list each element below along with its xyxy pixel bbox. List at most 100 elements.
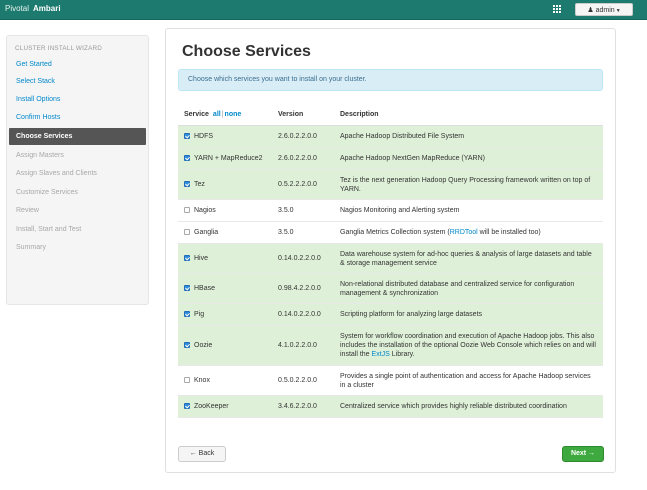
select-all-link[interactable]: all	[213, 111, 221, 118]
table-row[interactable]: Oozie 4.1.0.2.2.0.0 System for workflow …	[178, 325, 603, 366]
version-cell: 0.5.2.2.2.0.0	[272, 169, 334, 200]
caret-down-icon: ▼	[615, 8, 621, 14]
table-row[interactable]: Hive 0.14.0.2.2.0.0 Data warehouse syste…	[178, 243, 603, 274]
version-cell: 3.5.0	[272, 221, 334, 244]
service-checkbox[interactable]	[184, 155, 190, 161]
service-name: Oozie	[194, 342, 213, 349]
wizard-sidebar: CLUSTER INSTALL WIZARD Get Started Selec…	[6, 35, 149, 305]
services-table: Service all|none Version Description HDFS…	[178, 104, 603, 418]
sidebar-item-assign-slaves: Assign Slaves and Clients	[16, 170, 97, 177]
version-cell: 2.6.0.2.2.0.0	[272, 125, 334, 148]
version-cell: 3.5.0	[272, 199, 334, 222]
table-row[interactable]: YARN + MapReduce2 2.6.0.2.2.0.0 Apache H…	[178, 147, 603, 170]
service-checkbox[interactable]	[184, 181, 190, 187]
version-cell: 0.14.0.2.2.0.0	[272, 303, 334, 326]
table-row[interactable]: Ganglia 3.5.0 Ganglia Metrics Collection…	[178, 221, 603, 244]
next-button[interactable]: Next →	[562, 446, 604, 462]
service-cell[interactable]: Ganglia	[178, 221, 272, 244]
service-name: Tez	[194, 181, 205, 188]
service-checkbox[interactable]	[184, 285, 190, 291]
description-cell: Data warehouse system for ad-hoc queries…	[334, 243, 603, 274]
service-cell[interactable]: HDFS	[178, 125, 272, 148]
sidebar-item-customize-services: Customize Services	[16, 189, 78, 196]
description-cell: Centralized service which provides highl…	[334, 395, 603, 418]
rrdtool-link[interactable]: RRDTool	[450, 229, 478, 236]
table-row[interactable]: HBase 0.98.4.2.2.0.0 Non-relational dist…	[178, 273, 603, 304]
service-checkbox[interactable]	[184, 403, 190, 409]
service-cell[interactable]: Knox	[178, 365, 272, 396]
description-cell: Scripting platform for analyzing large d…	[334, 303, 603, 326]
service-name: HDFS	[194, 133, 214, 140]
service-checkbox[interactable]	[184, 255, 190, 261]
table-header-row: Service all|none Version Description	[178, 104, 603, 126]
description-cell: Non-relational distributed database and …	[334, 273, 603, 304]
description-cell: Apache Hadoop NextGen MapReduce (YARN)	[334, 147, 603, 170]
service-name: ZooKeeper	[194, 403, 229, 410]
description-text: Library.	[389, 351, 415, 358]
service-cell[interactable]: Pig	[178, 303, 272, 326]
description-cell: System for workflow coordination and exe…	[334, 325, 603, 366]
select-separator: |	[221, 111, 224, 118]
sidebar-item-install-options[interactable]: Install Options	[9, 91, 146, 108]
service-name: Nagios	[194, 207, 216, 214]
sidebar-item-install-start-test: Install, Start and Test	[16, 226, 82, 233]
col-description-header: Description	[334, 104, 603, 126]
description-text: will be installed too)	[477, 229, 541, 236]
version-cell: 0.98.4.2.2.0.0	[272, 273, 334, 304]
description-cell: Nagios Monitoring and Alerting system	[334, 199, 603, 222]
service-cell[interactable]: YARN + MapReduce2	[178, 147, 272, 170]
table-row[interactable]: Tez 0.5.2.2.2.0.0 Tez is the next genera…	[178, 169, 603, 200]
version-cell: 0.14.0.2.2.0.0	[272, 243, 334, 274]
back-button[interactable]: ← Back	[178, 446, 226, 462]
description-cell: Provides a single point of authenticatio…	[334, 365, 603, 396]
col-version-header: Version	[272, 104, 334, 126]
service-cell[interactable]: HBase	[178, 273, 272, 304]
admin-user-menu[interactable]: ♟ admin▼	[575, 3, 633, 16]
table-row[interactable]: Pig 0.14.0.2.2.0.0 Scripting platform fo…	[178, 303, 603, 326]
service-checkbox[interactable]	[184, 311, 190, 317]
sidebar-item-review: Review	[16, 207, 39, 214]
sidebar-item-choose-services[interactable]: Choose Services	[9, 128, 146, 145]
service-cell[interactable]: Oozie	[178, 325, 272, 366]
table-row[interactable]: Knox 0.5.0.2.2.0.0 Provides a single poi…	[178, 365, 603, 396]
service-cell[interactable]: ZooKeeper	[178, 395, 272, 418]
col-service-header: Service all|none	[178, 104, 272, 126]
version-cell: 4.1.0.2.2.0.0	[272, 325, 334, 366]
description-cell: Ganglia Metrics Collection system (RRDTo…	[334, 221, 603, 244]
brand-logo[interactable]: Pivotal Ambari	[5, 4, 61, 13]
sidebar-item-select-stack[interactable]: Select Stack	[9, 73, 146, 90]
service-name: Hive	[194, 255, 209, 262]
brand-ambari: Ambari	[33, 4, 61, 13]
version-cell: 0.5.0.2.2.0.0	[272, 365, 334, 396]
description-text: Ganglia Metrics Collection system (	[340, 229, 450, 236]
table-row[interactable]: ZooKeeper 3.4.6.2.2.0.0 Centralized serv…	[178, 395, 603, 418]
main-panel: Choose Services Choose which services yo…	[165, 28, 616, 473]
service-checkbox[interactable]	[184, 207, 190, 213]
service-checkbox[interactable]	[184, 133, 190, 139]
description-cell: Apache Hadoop Distributed File System	[334, 125, 603, 148]
service-checkbox[interactable]	[184, 377, 190, 383]
sidebar-heading: CLUSTER INSTALL WIZARD	[15, 45, 102, 52]
info-alert: Choose which services you want to instal…	[178, 69, 603, 91]
service-cell[interactable]: Tez	[178, 169, 272, 200]
description-cell: Tez is the next generation Hadoop Query …	[334, 169, 603, 200]
sidebar-item-confirm-hosts[interactable]: Confirm Hosts	[9, 109, 146, 126]
version-cell: 2.6.0.2.2.0.0	[272, 147, 334, 170]
table-row[interactable]: Nagios 3.5.0 Nagios Monitoring and Alert…	[178, 199, 603, 222]
views-grid-icon[interactable]	[553, 5, 561, 13]
admin-label: admin	[595, 7, 615, 14]
service-header-label: Service	[184, 111, 209, 118]
service-cell[interactable]: Hive	[178, 243, 272, 274]
page-title: Choose Services	[182, 43, 311, 60]
service-checkbox[interactable]	[184, 342, 190, 348]
select-none-link[interactable]: none	[225, 111, 242, 118]
table-row[interactable]: HDFS 2.6.0.2.2.0.0 Apache Hadoop Distrib…	[178, 125, 603, 148]
service-cell[interactable]: Nagios	[178, 199, 272, 222]
version-cell: 3.4.6.2.2.0.0	[272, 395, 334, 418]
service-name: HBase	[194, 285, 216, 292]
service-name: Knox	[194, 377, 210, 384]
extjs-link[interactable]: ExtJS	[372, 351, 390, 358]
sidebar-item-get-started[interactable]: Get Started	[9, 56, 146, 73]
service-checkbox[interactable]	[184, 229, 190, 235]
brand-pivotal: Pivotal	[5, 4, 30, 13]
